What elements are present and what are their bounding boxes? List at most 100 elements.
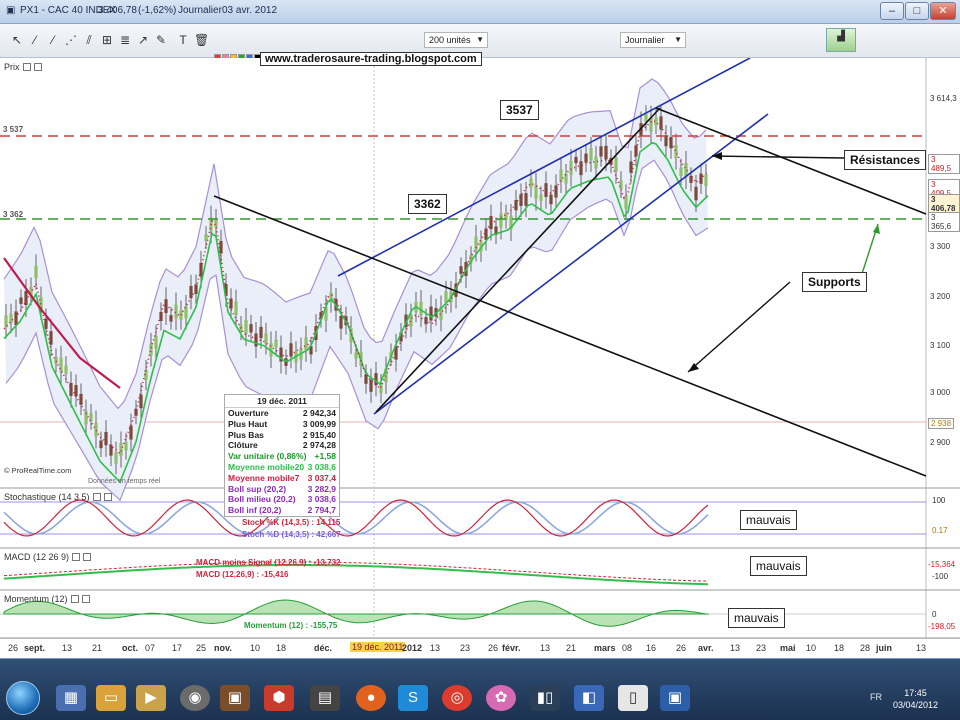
date-axis-label: sept. [24,643,46,653]
price-tag-last: 3 406,78 [928,194,960,214]
candle-body [489,216,493,230]
pane-close-icon[interactable] [33,63,42,71]
title-bar[interactable]: ▣ PX1 - CAC 40 INDEX 3 406,78 (-1,62%) J… [0,0,960,24]
cursor-icon[interactable]: ↖ [10,32,24,48]
media-icon[interactable]: ▶ [136,685,166,711]
annotation-mauvais-momentum[interactable]: mauvais [728,608,785,628]
macd-pane-title: MACD (12 26 9) [4,552,92,562]
pane-close-icon[interactable] [103,493,112,501]
period-select-value: Journalier [625,35,665,45]
tooltip-row-value: 3 038,6 [307,461,336,472]
candle-body [674,145,678,159]
terminal-icon[interactable]: ▤ [310,685,340,711]
paint-icon[interactable]: ✿ [486,685,516,711]
stoch-title: Stochastique (14 3 5) [4,492,90,502]
skype-icon[interactable]: S [398,685,428,711]
candle-body [619,180,623,189]
close-button[interactable]: ✕ [930,2,956,20]
date-axis-label: 28 [860,643,871,653]
arrow-tool-icon[interactable]: ↗ [136,32,150,48]
annotation-resistances[interactable]: Résistances [844,150,927,170]
channel-tool-icon[interactable]: ⫽ [82,32,96,48]
candle-body [599,146,603,157]
language-indicator[interactable]: FR [870,692,882,702]
date-axis[interactable]: 26 sept. 13 21 oct. 07 17 25 nov. 10 18 déc. 19 déc.… [0,638,960,656]
period-label: Journalier [178,5,222,16]
tooltip-date: 19 déc. 2011 [225,395,339,408]
candle-body [499,213,503,228]
screen-recorder-icon[interactable]: ◉ [180,685,210,711]
fan-tool-icon[interactable]: ⋰ [64,32,78,48]
app-icon[interactable]: ⬢ [264,685,294,711]
start-button[interactable] [6,681,40,715]
pane-settings-icon[interactable] [70,595,79,603]
pane-close-icon[interactable] [81,595,90,603]
horizontal-line-icon[interactable]: ⊞ [100,32,114,48]
line-tool-icon[interactable]: ⁄ [28,32,42,48]
date-axis-label: févr. [502,643,521,653]
pane-close-icon[interactable] [83,553,92,561]
price-scale-label: 2 900 [930,438,951,447]
document-icon[interactable]: ▯ [618,685,648,711]
units-select-value: 200 unités [429,35,471,45]
candle-body [254,333,258,347]
pane-settings-icon[interactable] [72,553,81,561]
candle-body [574,156,578,164]
app-icon: ▣ [6,5,16,16]
annotation-3537[interactable]: 3537 [500,100,539,120]
window-icon[interactable]: ▣ [660,685,690,711]
candle-body [614,157,618,172]
maximize-button[interactable]: □ [905,2,929,20]
candle-body [189,285,193,299]
delete-tool-icon[interactable]: ✎ [154,32,168,48]
candle-body [624,195,628,209]
candle-body [99,440,103,449]
date-axis-label: nov. [214,643,232,653]
date-axis-label: 26 [488,643,499,653]
text-tool-icon[interactable]: T [176,32,190,48]
annotation-mauvais-macd[interactable]: mauvais [750,556,807,576]
candle-body [169,315,173,322]
candle-body [459,266,463,274]
candle-body [164,299,168,314]
screenshot-icon[interactable]: ◧ [574,685,604,711]
pane-settings-icon[interactable] [22,63,31,71]
stoch-scale-value: 0.17 [932,526,948,535]
units-select[interactable]: 200 unités ▼ [424,32,488,48]
candle-body [154,336,158,349]
candle-body [589,148,593,161]
windows-taskbar: ▦ ▭ ▶ ◉ ▣ ⬢ ▤ ● S ◎ ✿ ▮▯ ◧ ▯ ▣ FR 17:45 … [0,658,960,720]
tooltip-row-label: Clôture [228,440,258,451]
trash-icon[interactable]: 🗑 [194,32,209,48]
candle-body [704,174,708,187]
period-select[interactable]: Journalier ▼ [620,32,686,48]
candle-tooltip: 19 déc. 2011 Ouverture 2 942,34 Plus Haut 3… [224,394,340,517]
fibonacci-icon[interactable]: ≣ [118,32,132,48]
chart-type-icon[interactable]: ▟ [826,28,856,52]
macd-value: MACD (12,26,9) : -15,416 [196,570,289,579]
macd-signal-value: MACD moins Signal (12,26,9) : -13,732 [196,558,341,567]
file-explorer-icon[interactable]: ▦ [56,685,86,711]
tooltip-row: Var unitaire (0,86%) +1,58 [225,451,339,462]
annotation-supports[interactable]: Supports [802,272,867,292]
chart-area[interactable]: Prix www.traderosaure-trading.blogspot.c… [0,52,960,640]
tooltip-row-value: 2 794,7 [307,505,336,516]
video-icon[interactable]: ▣ [220,685,250,711]
ray-tool-icon[interactable]: ⁄ [46,32,60,48]
firefox-icon[interactable]: ● [356,685,386,711]
chart-canvas[interactable] [0,58,960,640]
price-pane-title: Prix [4,62,42,72]
system-clock[interactable]: 17:45 03/04/2012 [893,687,938,711]
prorealtime-icon[interactable]: ▮▯ [530,685,560,711]
tooltip-row: Ouverture 2 942,34 [225,408,339,419]
annotation-mauvais-stoch[interactable]: mauvais [740,510,797,530]
tooltip-row-label: Plus Bas [228,429,264,440]
chrome-icon[interactable]: ◎ [442,685,472,711]
candle-body [19,297,23,304]
tooltip-row-label: Moyenne mobile20 [228,461,305,472]
pane-settings-icon[interactable] [92,493,101,501]
minimize-button[interactable]: – [880,2,904,20]
folder-icon[interactable]: ▭ [96,685,126,711]
annotation-3362[interactable]: 3362 [408,194,447,214]
candle-body [129,425,133,440]
